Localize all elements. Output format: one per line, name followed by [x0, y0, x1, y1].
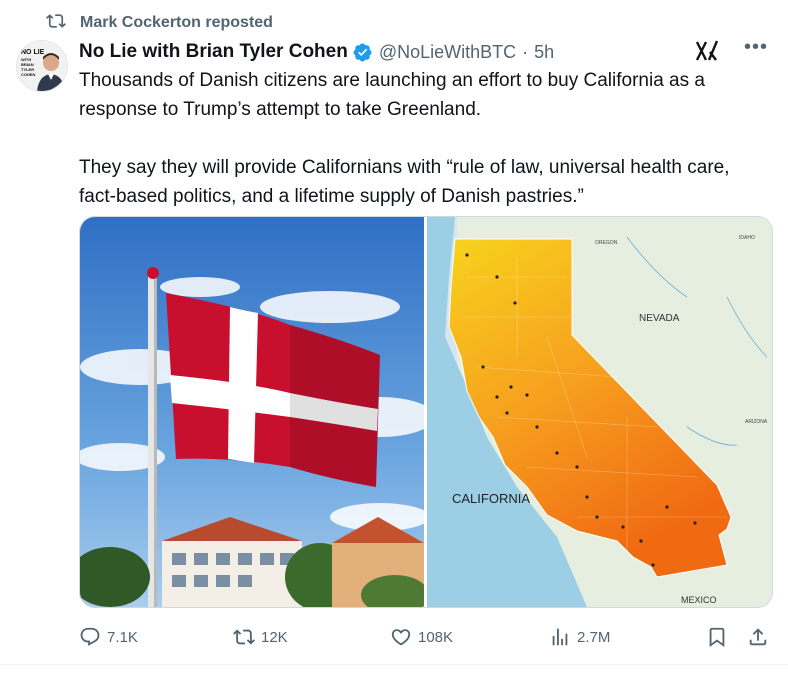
views-button[interactable]: 2.7M — [549, 626, 610, 648]
heart-icon — [391, 629, 411, 646]
repost-icon — [233, 629, 255, 645]
views-count: 2.7M — [577, 628, 611, 646]
author-handle[interactable]: @NoLieWithBTC — [379, 42, 516, 63]
map-label-nevada: NEVADA — [639, 313, 680, 324]
separator-dot: · — [522, 41, 529, 62]
tweet-paragraph: They say they will provide Californians … — [79, 157, 730, 207]
divider — [0, 664, 788, 665]
grok-icon[interactable] — [694, 40, 720, 62]
avatar[interactable]: NO LIE WITH BRIAN TYLER COHEN — [16, 40, 68, 92]
tweet-text: Thousands of Danish citizens are launchi… — [79, 66, 769, 211]
california-map-image[interactable]: OREGON IDAHO NEVADA ARIZONA CALIFORNIA M… — [427, 217, 772, 607]
repost-icon — [46, 11, 66, 36]
repost-count: 12K — [261, 628, 288, 646]
media-grid: OREGON IDAHO NEVADA ARIZONA CALIFORNIA M… — [79, 216, 773, 608]
map-label-oregon: OREGON — [595, 240, 618, 246]
bookmark-button[interactable] — [706, 626, 728, 648]
reply-count: 7.1K — [107, 628, 138, 646]
views-icon — [552, 628, 568, 646]
repost-banner[interactable]: Mark Cockerton reposted — [46, 12, 273, 34]
like-count: 108K — [418, 628, 454, 646]
action-bar: 7.1K 12K 108K 2.7M — [79, 622, 769, 652]
tweet-paragraph: Thousands of Danish citizens are launchi… — [79, 70, 705, 120]
verified-badge-icon[interactable] — [352, 42, 373, 63]
map-label-arizona: ARIZONA — [745, 419, 768, 425]
danish-flag-image[interactable] — [80, 217, 424, 607]
bookmark-icon — [709, 627, 725, 648]
avatar-text: NO LIE — [21, 49, 45, 56]
like-button[interactable]: 108K — [390, 626, 453, 648]
repost-button[interactable]: 12K — [233, 626, 288, 648]
avatar-text: COHEN — [21, 72, 36, 77]
map-label-idaho: IDAHO — [739, 235, 755, 241]
tweet-header: No Lie with Brian Tyler Cohen @NoLieWith… — [79, 36, 768, 64]
share-button[interactable] — [747, 626, 769, 648]
author-name[interactable]: No Lie with Brian Tyler Cohen — [79, 41, 348, 63]
share-icon — [749, 628, 767, 646]
map-label-california: CALIFORNIA — [452, 491, 530, 506]
repost-banner-text: Mark Cockerton reposted — [80, 14, 273, 31]
map-label-mexico: MEXICO — [681, 595, 717, 605]
reply-button[interactable]: 7.1K — [79, 626, 138, 648]
reply-icon — [80, 627, 100, 646]
more-options-icon[interactable]: ••• — [744, 36, 768, 59]
timestamp[interactable]: 5h — [534, 42, 554, 63]
